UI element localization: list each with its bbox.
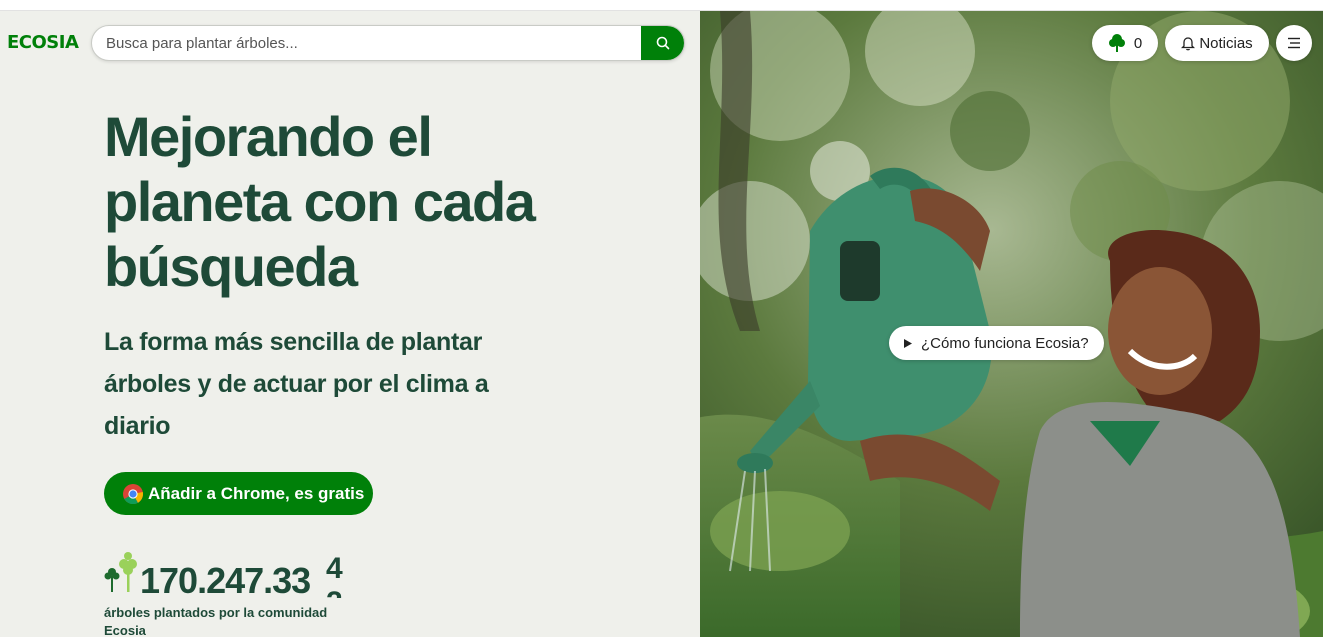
trees-planted-count: 170.247.33	[140, 560, 311, 601]
rolling-digit-bottom: 2	[326, 586, 352, 598]
cta-label: Añadir a Chrome, es gratis	[148, 483, 365, 503]
tree-count: 0	[1133, 34, 1143, 52]
hamburger-menu-icon	[1288, 37, 1300, 49]
hero-photo	[660, 11, 1323, 637]
rolling-digit: 4 2	[326, 552, 352, 598]
trees-planted-label: árboles plantados por la comunidad Ecosi…	[104, 605, 328, 637]
tree-counter: 170.247.33 4 2	[104, 548, 364, 601]
how-it-works-button[interactable]: ¿Cómo funciona Ecosia?	[889, 326, 1104, 360]
add-to-chrome-button[interactable]: Añadir a Chrome, es gratis	[104, 472, 373, 515]
rolling-digit-top: 4	[326, 552, 343, 585]
hero-subtitle: La forma más sencilla de plantar árboles…	[104, 328, 489, 440]
tree-counter-button[interactable]: 0	[1092, 25, 1158, 61]
play-icon	[904, 338, 912, 348]
search-icon	[656, 36, 669, 50]
ecosia-logo[interactable]: ECOSIA	[7, 32, 79, 53]
news-button[interactable]: Noticias	[1165, 25, 1269, 61]
menu-button[interactable]	[1276, 25, 1312, 61]
trees-icon	[104, 552, 137, 592]
search-button[interactable]	[641, 26, 684, 60]
news-label: Noticias	[1199, 34, 1253, 52]
how-it-works-label: ¿Cómo funciona Ecosia?	[921, 334, 1089, 352]
browser-top-edge	[0, 0, 1323, 11]
search-input[interactable]	[106, 26, 636, 60]
hero-title: Mejorando el planeta con cada búsqueda	[104, 105, 536, 298]
chrome-icon	[123, 483, 144, 504]
tree-icon	[1108, 34, 1125, 52]
bell-icon	[1181, 36, 1196, 50]
search-bar	[91, 25, 685, 61]
